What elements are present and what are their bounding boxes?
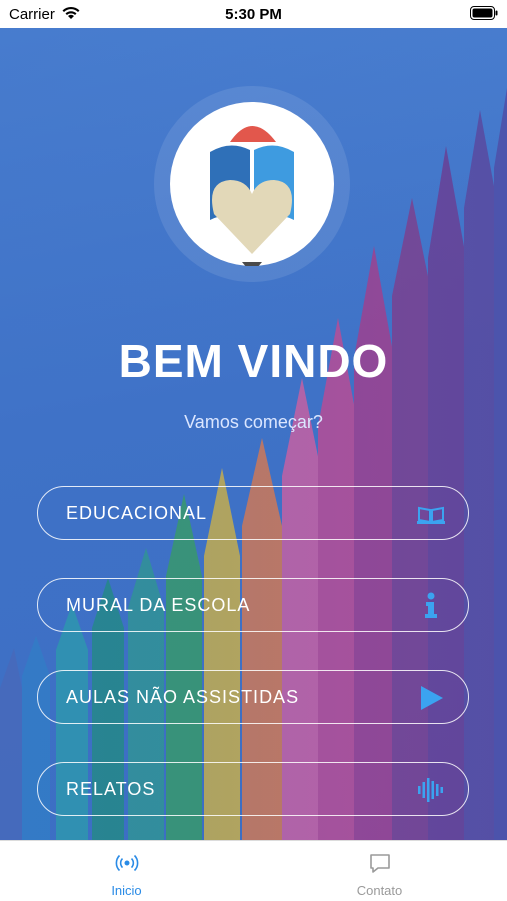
- chat-bubble-icon: [370, 854, 390, 873]
- menu-label: MURAL DA ESCOLA: [66, 595, 251, 615]
- audio-wave-icon: [418, 778, 443, 802]
- tab-label: Inicio: [111, 883, 142, 898]
- tab-contato[interactable]: Contato: [253, 841, 506, 901]
- app-logo: [170, 102, 334, 266]
- menu-button-educacional[interactable]: EDUCACIONAL: [37, 486, 469, 540]
- menu-label: AULAS NÃO ASSISTIDAS: [66, 687, 300, 707]
- home-screen: BEM VINDO Vamos começar? EDUCACIONAL MUR…: [0, 28, 507, 840]
- menu-button-relatos[interactable]: RELATOS: [37, 762, 469, 816]
- welcome-title: BEM VINDO: [118, 335, 389, 387]
- status-time: 5:30 PM: [225, 6, 282, 23]
- menu-label: EDUCACIONAL: [66, 503, 208, 523]
- tab-inicio[interactable]: Inicio: [0, 841, 253, 901]
- tab-bar: Inicio Contato: [0, 840, 507, 901]
- info-icon: [425, 592, 437, 618]
- open-book-icon: [417, 506, 445, 524]
- menu-button-mural-da-escola[interactable]: MURAL DA ESCOLA: [37, 578, 469, 632]
- status-bar: Carrier 5:30 PM: [0, 0, 507, 28]
- tab-label: Contato: [356, 883, 403, 898]
- battery-icon: [470, 6, 498, 20]
- play-icon: [421, 686, 443, 710]
- welcome-subtitle: Vamos começar?: [184, 412, 323, 432]
- broadcast-icon: [115, 854, 139, 872]
- menu-label: RELATOS: [66, 779, 156, 799]
- menu-button-aulas-nao-assistidas[interactable]: AULAS NÃO ASSISTIDAS: [37, 670, 469, 724]
